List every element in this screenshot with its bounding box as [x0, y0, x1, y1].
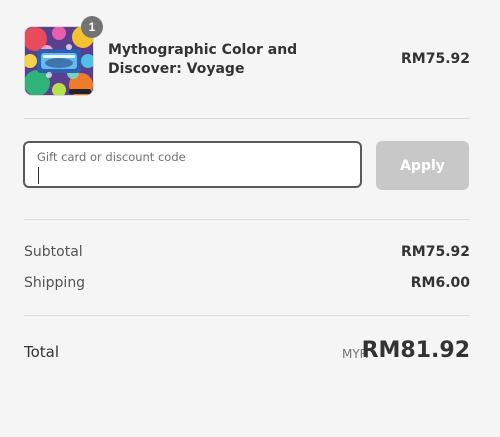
- shipping-label: Shipping: [24, 275, 86, 291]
- divider: [24, 118, 469, 119]
- total-label: Total: [24, 343, 60, 361]
- product-price: RM75.92: [401, 51, 470, 67]
- shipping-value: RM6.00: [410, 275, 470, 291]
- quantity-badge: 1: [81, 16, 103, 38]
- subtotal-value: RM75.92: [401, 244, 470, 260]
- total-row: Total MYR RM81.92: [24, 338, 470, 368]
- subtotal-row: Subtotal RM75.92: [24, 244, 470, 264]
- discount-code-field[interactable]: Gift card or discount code: [23, 141, 362, 188]
- book-cover-image: [25, 27, 93, 95]
- apply-discount-button[interactable]: Apply: [376, 141, 469, 190]
- shipping-row: Shipping RM6.00: [24, 275, 470, 295]
- total-value: RM81.92: [361, 338, 470, 363]
- divider: [24, 315, 469, 316]
- product-thumbnail-wrapper: 1: [24, 16, 103, 96]
- product-thumbnail: [24, 26, 94, 96]
- cart-line-item: 1 Mythographic Color and Discover: Voyag…: [24, 16, 470, 96]
- product-name: Mythographic Color and Discover: Voyage: [108, 42, 298, 77]
- discount-code-placeholder: Gift card or discount code: [37, 150, 186, 164]
- subtotal-label: Subtotal: [24, 244, 83, 260]
- divider: [24, 219, 469, 220]
- text-caret: [38, 167, 39, 184]
